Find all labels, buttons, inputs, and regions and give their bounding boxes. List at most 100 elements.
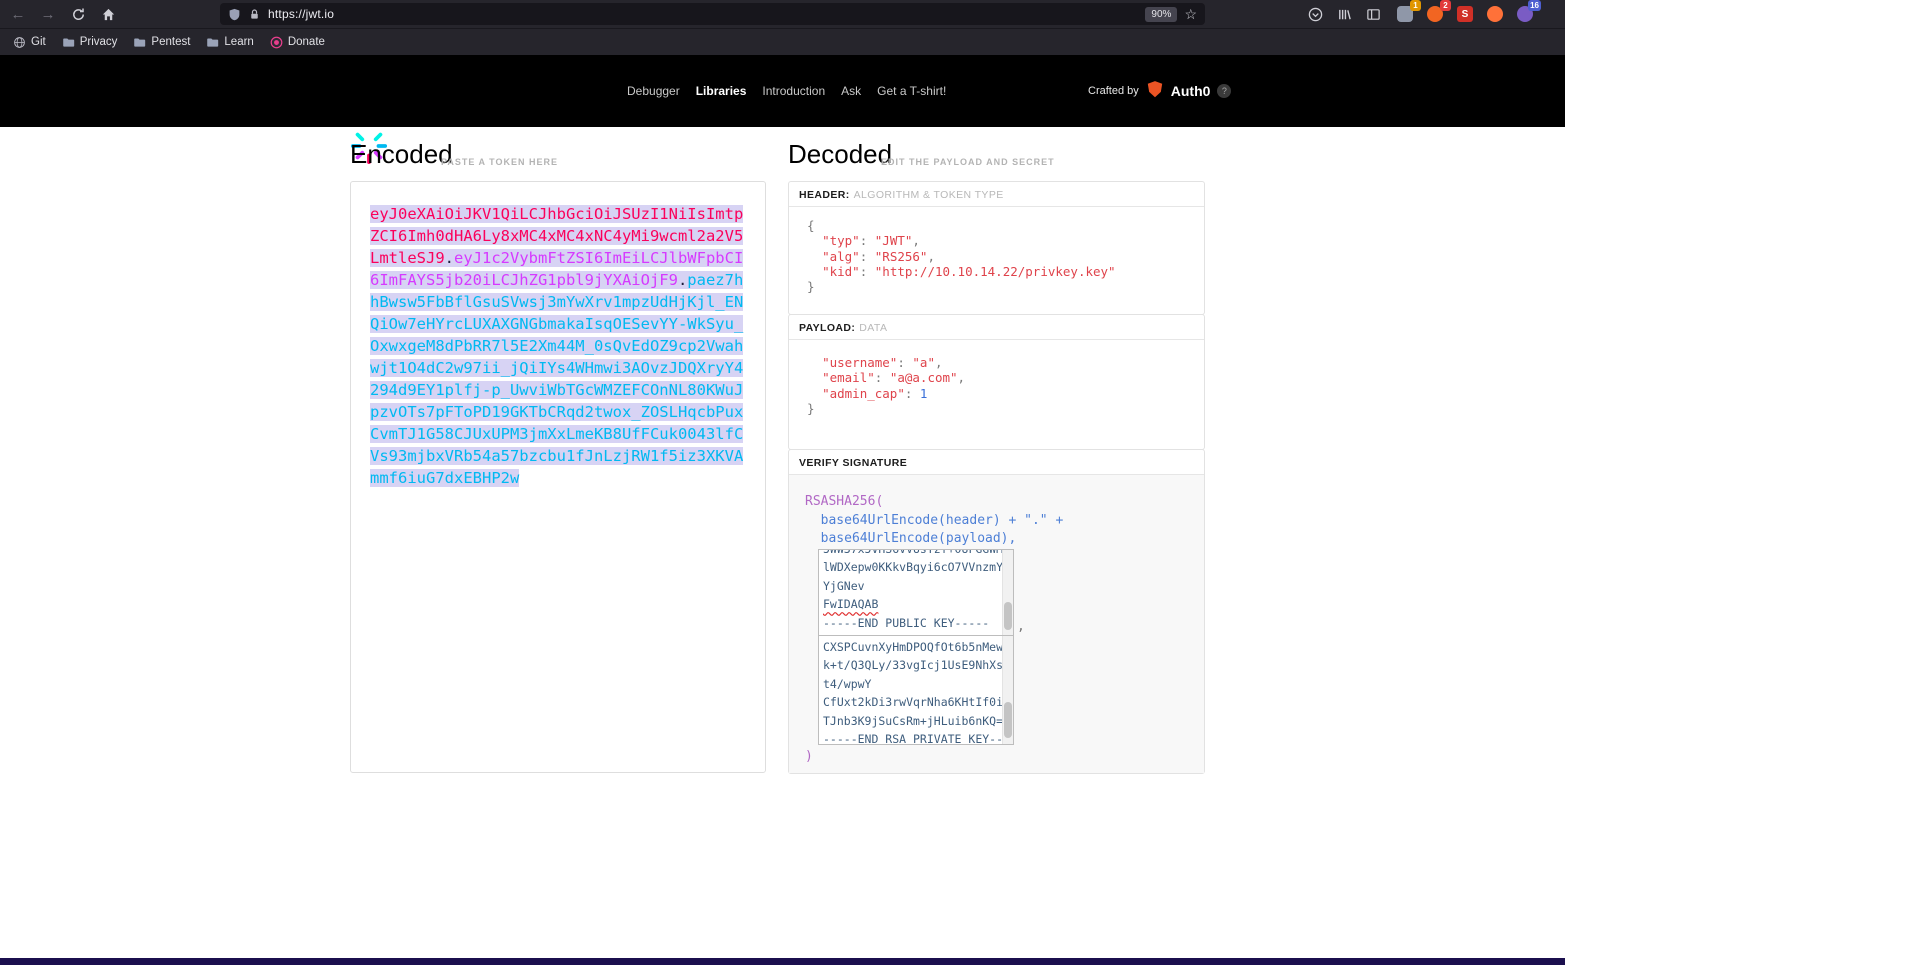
bookmark-label: Donate (287, 36, 325, 48)
key-line: CXSPCuvnXyHmDPOQfOt6b5nMewG4 (823, 640, 1014, 654)
bookmark-privacy[interactable]: Privacy (55, 33, 125, 52)
code-line: base64UrlEncode(header) + "." + (820, 512, 1064, 528)
extension-3-icon: S (1457, 6, 1473, 22)
help-icon[interactable]: ? (1217, 84, 1232, 98)
browser-toolbar: ← → https://jwt.io 90% ☆ 1 2 S 16 (0, 0, 1565, 28)
decoded-subtitle: EDIT THE PAYLOAD AND SECRET (881, 157, 1055, 167)
site-header: JWT Debugger Libraries Introduction Ask Get … (0, 55, 1565, 165)
nav-get-a-t-shirt-[interactable]: Get a T-shirt! (877, 84, 946, 98)
scrollbar-thumb[interactable] (1004, 602, 1012, 630)
forward-button[interactable]: → (36, 2, 60, 26)
refresh-icon (72, 8, 84, 20)
extension-5-button[interactable]: 16 (1514, 0, 1541, 25)
crafted-by-group: Crafted by Auth0 ? (1088, 55, 1232, 127)
payload-json-editor[interactable]: "username": "a", "email": "a@a.com", "ad… (789, 340, 1204, 416)
payload-box-label: PAYLOAD: (799, 322, 856, 334)
lock-icon[interactable] (248, 8, 261, 21)
header-json-editor[interactable]: { "typ": "JWT", "alg": "RS256", "kid": "… (789, 207, 1204, 294)
url-text[interactable]: https://jwt.io (268, 7, 334, 21)
public-key-scrollbar[interactable] (1002, 550, 1013, 635)
refresh-button[interactable] (66, 2, 90, 26)
nav-ask[interactable]: Ask (841, 84, 861, 98)
code-line: "typ": "JWT", (822, 233, 920, 249)
donate-icon (270, 36, 283, 48)
code-line: } (807, 400, 815, 416)
extension-2-badge: 2 (1440, 0, 1451, 11)
encoded-title: Encoded (350, 139, 453, 169)
pocket-button[interactable] (1303, 2, 1327, 26)
folder-icon (207, 37, 219, 47)
bookmarks-bar: Git Privacy Pentest Learn Donate (0, 28, 1565, 55)
extension-3-button[interactable]: S (1454, 3, 1476, 25)
back-button[interactable]: ← (6, 2, 30, 26)
decoded-title: Decoded (788, 139, 893, 169)
extension-4-button[interactable] (1484, 3, 1506, 25)
token-signature-segment: paez7hhBwsw5FbBflGsuSVwsj3mYwXrv1mpzUdHj… (370, 271, 744, 487)
key-line: -----END RSA PRIVATE KEY----- (823, 732, 1014, 745)
code-line: { (807, 218, 815, 233)
sidebar-toggle-button[interactable] (1361, 2, 1385, 26)
public-key-textarea[interactable]: 5WW37x5VHS6VVUsYzf+0UFGGWM04M lWDXepw0KKk… (818, 549, 1014, 636)
scrollbar-thumb[interactable] (1004, 702, 1012, 738)
extension-2-button[interactable]: 2 (1424, 0, 1451, 25)
public-key-text: 5WW37x5VHS6VVUsYzf+0UFGGWM04M lWDXepw0KKk… (819, 549, 1014, 632)
globe-icon (14, 36, 25, 48)
header-box-title: HEADER: ALGORITHM & TOKEN TYPE (789, 182, 1204, 207)
key-line: 5WW37x5VHS6VVUsYzf+0UFGGWM04M (823, 549, 1014, 556)
nav-libraries[interactable]: Libraries (696, 84, 747, 98)
encoded-subtitle: PASTE A TOKEN HERE (441, 157, 559, 167)
nav-introduction[interactable]: Introduction (762, 84, 825, 98)
token-dot: . (444, 249, 454, 267)
decoded-payload-box: PAYLOAD: DATA "username": "a", "email": "… (788, 314, 1205, 450)
formula-close-paren: ) (805, 749, 813, 764)
decoded-verify-box: VERIFY SIGNATURE RSASHA256( base64UrlEnc… (788, 449, 1205, 774)
signature-formula: RSASHA256( base64UrlEncode(header) + "."… (789, 475, 1204, 549)
library-button[interactable] (1332, 2, 1356, 26)
bookmark-donate[interactable]: Donate (263, 33, 332, 52)
home-button[interactable] (96, 2, 120, 26)
key-line: FwIDAQAB (823, 597, 879, 612)
header-box-sublabel: ALGORITHM & TOKEN TYPE (853, 189, 1004, 201)
verify-signature-area: RSASHA256( base64UrlEncode(header) + "."… (789, 475, 1204, 773)
key-line: k+t/Q3QLy/33vgIcj1UsE9NhXs9j2 (823, 658, 1014, 673)
extension-1-button[interactable]: 1 (1394, 0, 1421, 25)
shield-icon[interactable] (228, 8, 241, 21)
encoded-token[interactable]: eyJ0eXAiOiJKV1QiLCJhbGciOiJSUzI1NiIsImtp… (370, 203, 748, 489)
code-line: "email": "a@a.com", (822, 370, 966, 386)
bookmark-label: Privacy (79, 36, 118, 48)
code-line: } (807, 279, 815, 295)
verify-box-title: VERIFY SIGNATURE (789, 450, 1204, 475)
private-key-text: CXSPCuvnXyHmDPOQfOt6b5nMewG4 k+t/Q3QLy/33… (819, 638, 1014, 745)
url-bar[interactable]: https://jwt.io 90% ☆ (220, 3, 1205, 25)
decoded-header-box: HEADER: ALGORITHM & TOKEN TYPE { "typ": "… (788, 181, 1205, 315)
header-box-label: HEADER: (799, 189, 850, 201)
bookmark-git[interactable]: Git (6, 33, 53, 52)
code-line: RSASHA256( (805, 494, 884, 509)
extension-4-icon (1487, 6, 1503, 22)
key-line: -----END PUBLIC KEY----- (823, 615, 990, 630)
verify-box-label: VERIFY SIGNATURE (799, 457, 908, 469)
private-key-scrollbar[interactable] (1002, 636, 1013, 744)
auth0-logo-icon[interactable] (1146, 81, 1164, 101)
code-line: "kid": "http://10.10.14.22/privkey.key" (822, 263, 1116, 279)
code-line: base64UrlEncode(payload), (820, 531, 1017, 546)
payload-box-title: PAYLOAD: DATA (789, 315, 1204, 340)
extension-1-badge: 1 (1410, 0, 1421, 11)
key-line: YjGNev (823, 578, 865, 593)
bookmark-pentest[interactable]: Pentest (126, 33, 197, 52)
sidebar-icon (1366, 8, 1380, 20)
pocket-icon (1308, 7, 1322, 21)
folder-icon (62, 37, 74, 47)
key-line: TJnb3K9jSuCsRm+jHLuib6nKQ== (823, 713, 1010, 728)
code-line: "alg": "RS256", (822, 248, 935, 264)
folder-icon (134, 37, 146, 47)
code-line: "username": "a", (822, 355, 943, 370)
token-dot: . (677, 271, 688, 289)
auth0-label[interactable]: Auth0 (1171, 83, 1211, 99)
zoom-indicator[interactable]: 90% (1145, 6, 1178, 22)
nav-debugger[interactable]: Debugger (627, 84, 680, 98)
private-key-textarea[interactable]: CXSPCuvnXyHmDPOQfOt6b5nMewG4 k+t/Q3QLy/33… (818, 635, 1014, 745)
bookmark-star-icon[interactable]: ☆ (1184, 6, 1197, 23)
home-icon (102, 8, 114, 20)
bookmark-learn[interactable]: Learn (199, 33, 260, 52)
